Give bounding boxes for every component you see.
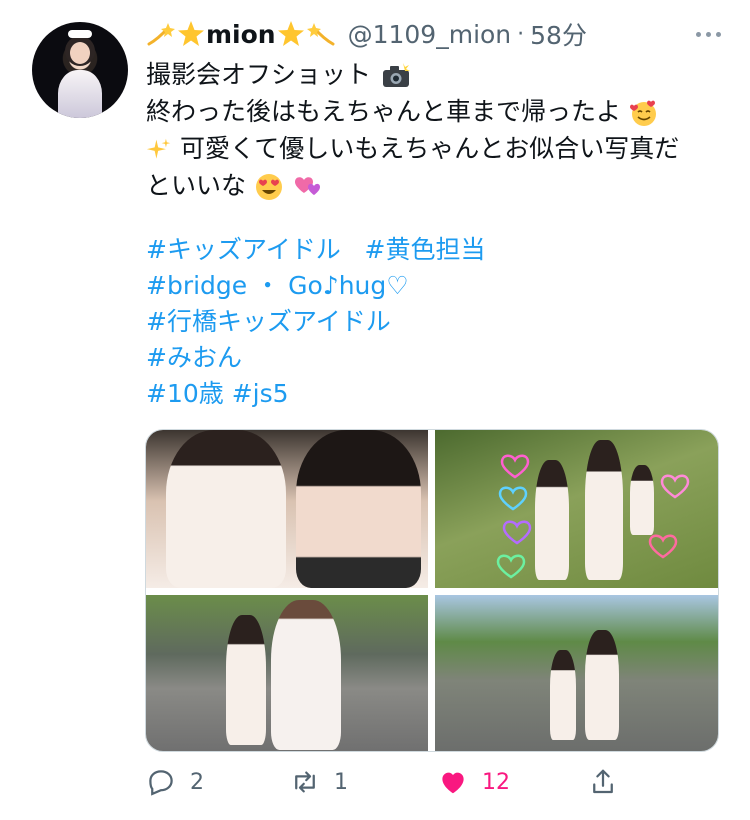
avatar-figure-bow	[68, 30, 92, 38]
camera-flash-icon	[382, 63, 410, 87]
tweet-header: mion @1109_mion · 58分	[146, 14, 730, 54]
photo-figure	[166, 430, 286, 588]
star-icon	[277, 21, 304, 46]
smiling-face-with-hearts-icon	[629, 100, 656, 126]
media-grid	[145, 429, 719, 752]
hashtag-link[interactable]: #10歳	[146, 379, 224, 408]
separator-dot: ·	[517, 21, 525, 47]
photo-walking-road-wide[interactable]	[435, 595, 718, 751]
photo-figure	[271, 600, 341, 750]
share-icon	[593, 769, 613, 794]
tweet-text-line: といいな	[146, 167, 726, 204]
like-count: 12	[482, 769, 510, 795]
hashtag-line: #キッズアイドル #黄色担当	[146, 232, 726, 268]
share-button[interactable]	[588, 762, 618, 802]
hashtag-line: #10歳 #js5	[146, 376, 726, 412]
photo-figure	[585, 630, 619, 740]
tweet-text-line: 終わった後はもえちゃんと車まで帰ったよ	[146, 93, 726, 130]
hashtags: #キッズアイドル #黄色担当 #bridge ・ Go♪hug♡ #行橋キッズア…	[146, 232, 726, 412]
hashtag-line: #みおん	[146, 340, 726, 376]
avatar-figure-face	[70, 42, 90, 64]
hashtag-link[interactable]: #bridge	[146, 271, 247, 300]
heart-eyes-icon	[255, 174, 282, 200]
more-options-icon[interactable]	[690, 20, 726, 48]
hashtag-link[interactable]: #キッズアイドル	[146, 235, 341, 264]
hashtag-link[interactable]: #みおん	[146, 343, 242, 372]
photo-figure	[550, 650, 576, 740]
reply-button[interactable]: 2	[146, 762, 204, 802]
tweet-actions: 2 1 12	[140, 762, 730, 802]
hashtag-line: #行橋キッズアイドル	[146, 304, 726, 340]
shooting-star-icon	[306, 23, 335, 46]
hashtag-link[interactable]: #js5	[232, 379, 289, 408]
hashtag-link[interactable]: #黄色担当	[365, 235, 486, 264]
photo-figure	[296, 430, 421, 588]
like-button[interactable]: 12	[438, 762, 510, 802]
heart-filled-icon	[442, 772, 464, 794]
reply-count: 2	[190, 769, 204, 795]
display-name[interactable]: mion	[146, 19, 336, 49]
hashtag-link[interactable]: #行橋キッズアイドル	[146, 307, 391, 336]
tweet-text-line: 可愛くて優しいもえちゃんとお似合い写真だ	[146, 130, 726, 167]
shooting-star-icon	[147, 23, 175, 46]
hashtag-line: #bridge ・ Go♪hug♡	[146, 268, 726, 304]
avatar-figure-dress	[58, 70, 102, 118]
photo-figure	[226, 615, 266, 745]
display-name-text: mion	[206, 19, 276, 49]
two-hearts-icon	[294, 177, 320, 195]
photo-walking-road-back[interactable]	[146, 595, 428, 751]
tweet-text: 撮影会オフショット 終わった後はもえちゃんと車まで帰ったよ 可愛くて優しいもえち…	[146, 56, 726, 204]
heart-stickers	[496, 454, 690, 579]
sparkles-icon	[146, 138, 171, 159]
user-handle[interactable]: @1109_mion	[348, 20, 512, 49]
tweet-text-line: 撮影会オフショット	[146, 56, 726, 93]
hashtag-link[interactable]: Go♪hug♡	[288, 271, 409, 300]
avatar[interactable]	[32, 22, 128, 118]
photo-selfie[interactable]	[146, 430, 428, 588]
retweet-icon	[295, 771, 315, 793]
timestamp[interactable]: 58分	[530, 16, 587, 52]
retweet-button[interactable]: 1	[290, 762, 348, 802]
photo-hearts-field[interactable]	[435, 430, 718, 588]
hashtag-link[interactable]: ・	[255, 271, 280, 300]
star-icon	[178, 21, 204, 46]
reply-icon	[149, 770, 173, 796]
retweet-count: 1	[334, 769, 348, 795]
